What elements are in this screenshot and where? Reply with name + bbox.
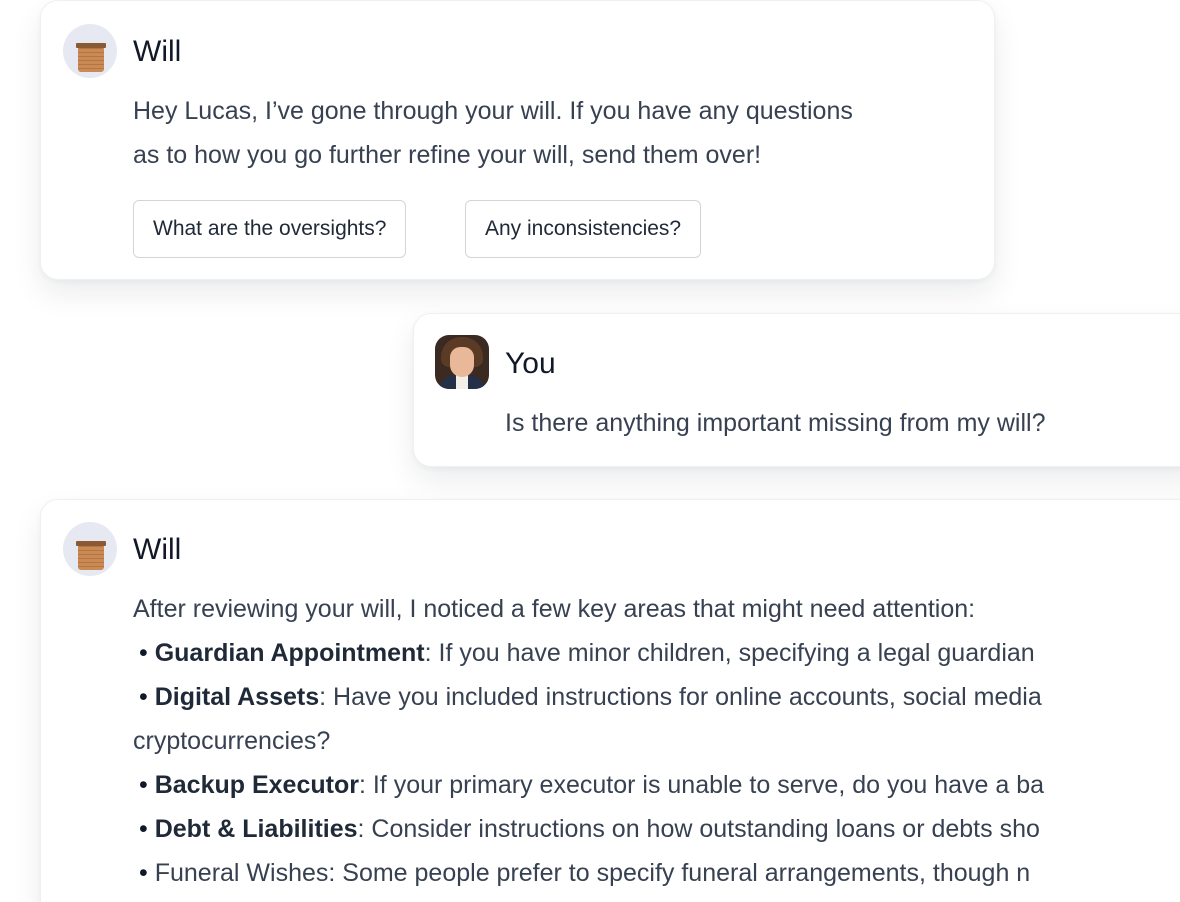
brick-box-icon	[63, 24, 117, 78]
bullet-dot: •	[139, 639, 148, 667]
list-item: • Guardian Appointment: If you have mino…	[139, 631, 1035, 675]
list-item: • Digital Assets: Have you included inst…	[139, 675, 1042, 719]
list-item-text: : If you have minor children, specifying…	[424, 639, 1035, 667]
list-item-title: Guardian Appointment	[154, 639, 425, 667]
list-item-text: Funeral Wishes: Some people prefer to sp…	[154, 859, 1031, 887]
chat-thread: Will Hey Lucas, I’ve gone through your w…	[0, 0, 1180, 902]
suggestion-oversights-button[interactable]: What are the oversights?	[133, 200, 407, 258]
list-item: • Funeral Wishes: Some people prefer to …	[139, 851, 1030, 895]
list-item-text: : Consider instructions on how outstandi…	[357, 815, 1040, 843]
list-item-text: : If your primary executor is unable to …	[358, 771, 1045, 799]
assistant-message-card: Will Hey Lucas, I’ve gone through your w…	[40, 0, 995, 280]
brick-box-icon	[63, 522, 117, 576]
message-text-line: Hey Lucas, I’ve gone through your will. …	[133, 97, 853, 125]
list-item-text: : Have you included instructions for onl…	[319, 683, 1042, 711]
bullet-dot: •	[139, 815, 148, 843]
suggestion-inconsistencies-button[interactable]: Any inconsistencies?	[465, 200, 702, 258]
list-item-title: Backup Executor	[154, 771, 359, 799]
user-portrait-icon	[435, 335, 489, 389]
sender-name: You	[505, 347, 556, 380]
bullet-dot: •	[139, 771, 148, 799]
sender-name: Will	[133, 533, 182, 566]
message-text-line: as to how you go further refine your wil…	[133, 141, 762, 169]
bullet-dot: •	[139, 683, 148, 711]
list-item: • Backup Executor: If your primary execu…	[139, 763, 1044, 807]
list-item: • Debt & Liabilities: Consider instructi…	[139, 807, 1040, 851]
message-intro: After reviewing your will, I noticed a f…	[133, 595, 976, 623]
message-text: Is there anything important missing from…	[505, 409, 1046, 437]
sender-name: Will	[133, 35, 182, 68]
list-item-title: Digital Assets	[154, 683, 320, 711]
list-item-continuation: cryptocurrencies?	[133, 727, 331, 755]
bullet-dot: •	[139, 859, 148, 887]
list-item-title: Debt & Liabilities	[154, 815, 358, 843]
user-message-card: You Is there anything important missing …	[413, 313, 1180, 467]
assistant-message-card: Will After reviewing your will, I notice…	[40, 499, 1180, 902]
